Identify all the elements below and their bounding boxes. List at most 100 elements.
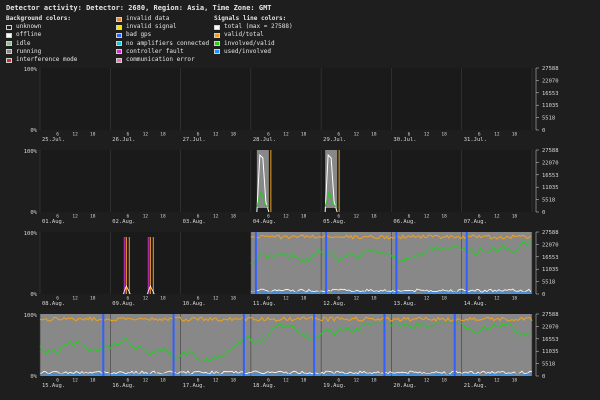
day-label: 14.Aug.	[464, 301, 487, 307]
color-swatch	[6, 33, 12, 38]
hour-tick-label: 12	[72, 132, 78, 138]
legend-label: controller fault	[126, 47, 184, 55]
right-tick-label: 22070	[542, 78, 559, 84]
hour-tick-label: 12	[354, 296, 360, 302]
day-label: 01.Aug.	[42, 219, 65, 225]
hour-tick-label: 12	[143, 378, 149, 384]
hour-tick-label: 18	[512, 214, 518, 220]
hour-tick-label: 18	[371, 296, 377, 302]
hour-tick-label: 18	[90, 296, 96, 302]
left-tick-label: 0%	[30, 128, 37, 134]
right-tick-label: 16553	[542, 337, 559, 343]
hour-tick-label: 6	[126, 214, 129, 220]
right-tick-label: 5518	[542, 116, 555, 122]
day-label: 17.Aug.	[183, 383, 206, 389]
color-swatch	[116, 41, 122, 47]
bad-gps-marker	[465, 232, 468, 294]
color-swatch	[214, 41, 220, 47]
hour-tick-label: 12	[72, 214, 78, 220]
hour-tick-label: 18	[371, 378, 377, 384]
hour-tick-label: 18	[90, 378, 96, 384]
bad-gps-marker	[383, 314, 386, 376]
day-label: 16.Aug.	[112, 383, 135, 389]
week-panel-4: 100% 0% 27588 22070 16553 11035 5518 0 15.Aug. 6 1…	[0, 308, 600, 390]
hour-tick-label: 12	[72, 296, 78, 302]
color-swatch	[214, 49, 220, 55]
right-tick-label: 11035	[542, 103, 559, 109]
hour-tick-label: 12	[283, 378, 289, 384]
signals-legend-item: used/involved	[214, 48, 293, 56]
hour-tick-label: 12	[72, 378, 78, 384]
bad-gps-marker	[172, 314, 175, 376]
hour-tick-label: 12	[143, 132, 149, 138]
right-tick-label: 0	[542, 374, 545, 380]
right-tick-label: 27588	[542, 66, 559, 72]
right-tick-label: 27588	[542, 230, 559, 236]
background-legend-title: Background colors:	[6, 15, 72, 22]
hour-tick-label: 6	[478, 214, 481, 220]
hour-tick-label: 6	[337, 296, 340, 302]
hour-tick-label: 12	[424, 296, 430, 302]
hour-tick-label: 18	[441, 214, 447, 220]
hour-tick-label: 6	[197, 132, 200, 138]
hour-tick-label: 18	[512, 132, 518, 138]
hour-tick-label: 6	[267, 214, 270, 220]
hour-tick-label: 18	[512, 378, 518, 384]
hour-tick-label: 18	[371, 214, 377, 220]
hour-tick-label: 6	[126, 296, 129, 302]
background-legend-item: running	[6, 48, 77, 56]
hour-tick-label: 12	[424, 214, 430, 220]
day-label: 29.Jul.	[323, 137, 346, 143]
hour-tick-label: 6	[408, 132, 411, 138]
hour-tick-label: 12	[283, 296, 289, 302]
legend-label: invalid signal	[126, 23, 177, 31]
right-tick-label: 5518	[542, 198, 555, 204]
legend-label: running	[16, 47, 42, 55]
right-tick-label: 22070	[542, 324, 559, 330]
day-label: 30.Jul.	[393, 137, 416, 143]
day-label: 09.Aug.	[112, 301, 135, 307]
bad-gps-marker	[395, 232, 398, 294]
day-label: 13.Aug.	[393, 301, 416, 307]
color-swatch	[6, 24, 12, 30]
day-label: 25.Jul.	[42, 137, 65, 143]
week-panel-2: 100% 0% 27588 22070 16553 11035 5518 0 01.Aug. 6 1…	[0, 144, 600, 226]
right-tick-label: 5518	[542, 280, 555, 286]
background-legend-col2: invalid data invalid signal bad gps no ampl…	[116, 15, 209, 64]
day-label: 28.Jul.	[253, 137, 276, 143]
hour-tick-label: 6	[126, 132, 129, 138]
chart-title: Detector activity: Detector: 2680, Regio…	[6, 4, 272, 12]
day-label: 03.Aug.	[183, 219, 206, 225]
legend-label: no amplifiers connected	[126, 39, 210, 47]
plot-area	[40, 68, 532, 130]
day-label: 19.Aug.	[323, 383, 346, 389]
hour-tick-label: 12	[494, 214, 500, 220]
hour-tick-label: 12	[424, 378, 430, 384]
hour-tick-label: 6	[197, 296, 200, 302]
hour-tick-label: 12	[494, 132, 500, 138]
day-label: 07.Aug.	[464, 219, 487, 225]
legend-label: offline	[16, 31, 42, 39]
signals-legend-item: total (max = 27588)	[214, 23, 293, 31]
right-tick-label: 0	[542, 210, 545, 216]
day-label: 27.Jul.	[183, 137, 206, 143]
hour-tick-label: 6	[408, 214, 411, 220]
hour-tick-label: 18	[231, 132, 237, 138]
color-swatch	[116, 16, 122, 22]
right-tick-label: 5518	[542, 362, 555, 368]
right-tick-label: 11035	[542, 349, 559, 355]
hour-tick-label: 12	[354, 378, 360, 384]
color-swatch	[6, 41, 12, 47]
day-label: 15.Aug.	[42, 383, 65, 389]
legend-label: invalid data	[126, 15, 170, 22]
hour-tick-label: 6	[478, 378, 481, 384]
week-panel-3: 100% 0% 27588 22070 16553 11035 5518 0 08.Aug. 6 1…	[0, 226, 600, 308]
left-tick-label: 0%	[30, 374, 37, 380]
day-label: 05.Aug.	[323, 219, 346, 225]
hour-tick-label: 6	[197, 214, 200, 220]
background-legend-col1: Background colors: unknown offline idle run…	[6, 15, 77, 64]
left-tick-label: 100%	[24, 67, 38, 73]
hour-tick-label: 18	[301, 378, 307, 384]
day-label: 18.Aug.	[253, 383, 276, 389]
right-tick-label: 22070	[542, 160, 559, 166]
